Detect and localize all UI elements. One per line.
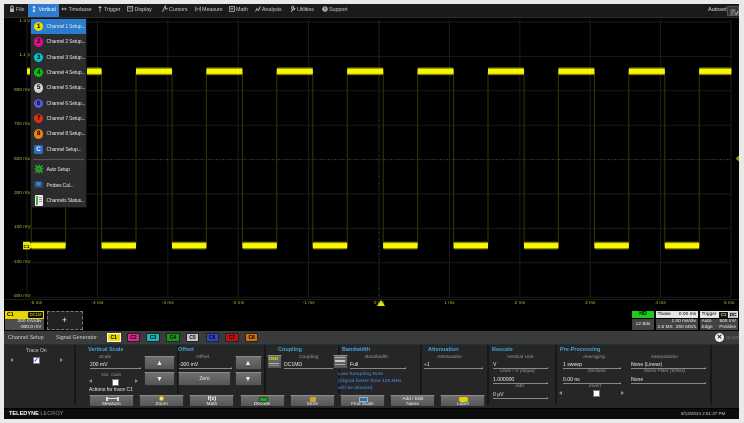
svg-text:C1: C1 <box>24 244 30 249</box>
svg-text:?: ? <box>323 6 326 11</box>
